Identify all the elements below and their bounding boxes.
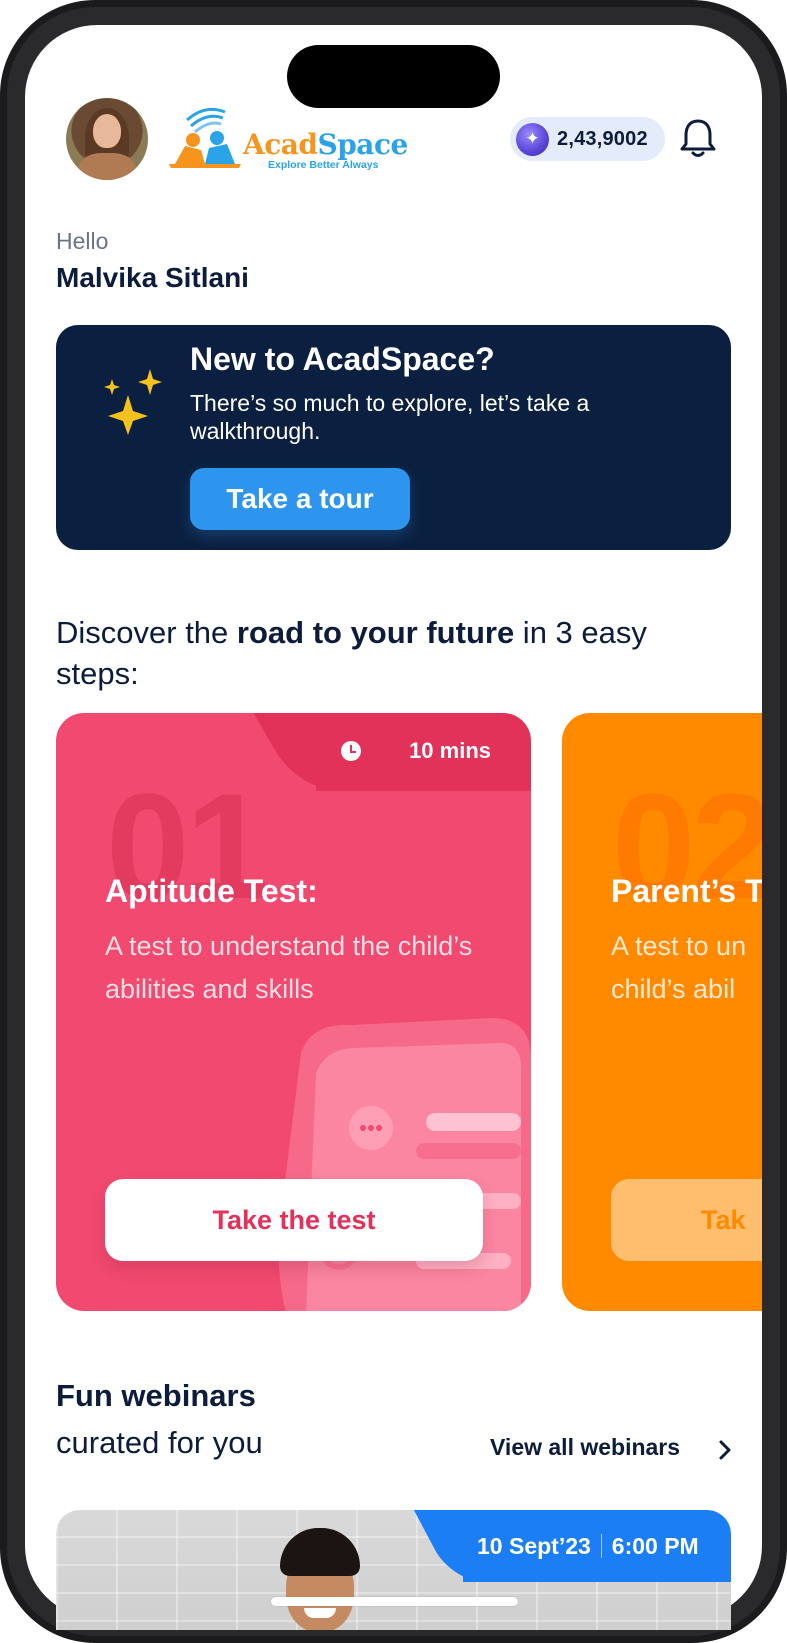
speaker-smile: [304, 1608, 336, 1618]
logo-title: AcadSpace: [243, 128, 408, 161]
webinars-subtitle: curated for you: [56, 1425, 263, 1460]
step-description: A test to understand the child’s abiliti…: [105, 931, 473, 1004]
duration-label: 10 mins: [409, 738, 491, 763]
coin-balance[interactable]: ✦ 2,43,9002: [510, 117, 665, 161]
webinar-speaker-photo: [274, 1528, 366, 1630]
chevron-right-icon[interactable]: [718, 1439, 732, 1461]
step-card-aptitude[interactable]: 10 mins 01 Aptitude Test: A test to unde…: [56, 713, 531, 1311]
webinar-date: 10 Sept’23: [477, 1533, 591, 1559]
step-description-line: A test to un: [611, 931, 747, 961]
take-tour-button[interactable]: Take a tour: [190, 468, 410, 530]
speaker-hair: [280, 1528, 360, 1576]
webinars-title: Fun webinars: [56, 1378, 256, 1413]
step-description: A test to un child’s abil: [611, 925, 762, 1011]
logo-reading-kids-icon: [169, 107, 241, 168]
avatar-body: [78, 153, 136, 180]
test-form-illustration: [278, 1018, 531, 1311]
step-description-line: child’s abil: [611, 974, 736, 1004]
take-parent-test-button[interactable]: Tak: [611, 1179, 762, 1261]
bell-icon[interactable]: [678, 116, 718, 160]
greeting-hello: Hello: [56, 228, 109, 254]
clock-icon: [341, 741, 361, 761]
logo-tagline: Explore Better Always: [268, 159, 379, 171]
take-test-button[interactable]: Take the test: [105, 1179, 483, 1261]
webinar-date-badge: 10 Sept’23 6:00 PM: [463, 1510, 731, 1582]
dynamic-island: [287, 45, 500, 108]
sparkles-icon: [104, 369, 162, 435]
step-card-parent[interactable]: 02 Parent’s T A test to un child’s abil …: [562, 713, 762, 1311]
webinar-card[interactable]: 10 Sept’23 6:00 PM: [56, 1510, 731, 1630]
steps-carousel[interactable]: 10 mins 01 Aptitude Test: A test to unde…: [0, 713, 762, 1313]
step-title: Aptitude Test:: [105, 873, 318, 909]
webinar-datetime: 10 Sept’23 6:00 PM: [477, 1510, 699, 1582]
coin-value: 2,43,9002: [557, 128, 648, 150]
webinar-time: 6:00 PM: [611, 1533, 699, 1559]
user-name: Malvika Sitlani: [56, 262, 249, 293]
home-indicator[interactable]: [271, 1597, 518, 1606]
duration-badge: 10 mins: [316, 713, 531, 791]
view-all-webinars-link[interactable]: View all webinars: [490, 1434, 680, 1461]
avatar[interactable]: [66, 98, 148, 180]
app-logo: AcadSpace Explore Better Always: [165, 106, 408, 176]
coin-icon: ✦: [516, 123, 549, 156]
tour-banner: New to AcadSpace? There’s so much to exp…: [56, 325, 731, 550]
step-title: Parent’s T: [611, 873, 762, 909]
divider: [600, 1534, 602, 1558]
tour-title: New to AcadSpace?: [190, 341, 495, 377]
tour-description: There’s so much to explore, let’s take a…: [190, 390, 590, 444]
discover-heading: Discover the road to your future in 3 ea…: [56, 615, 647, 691]
avatar-face: [93, 114, 121, 148]
